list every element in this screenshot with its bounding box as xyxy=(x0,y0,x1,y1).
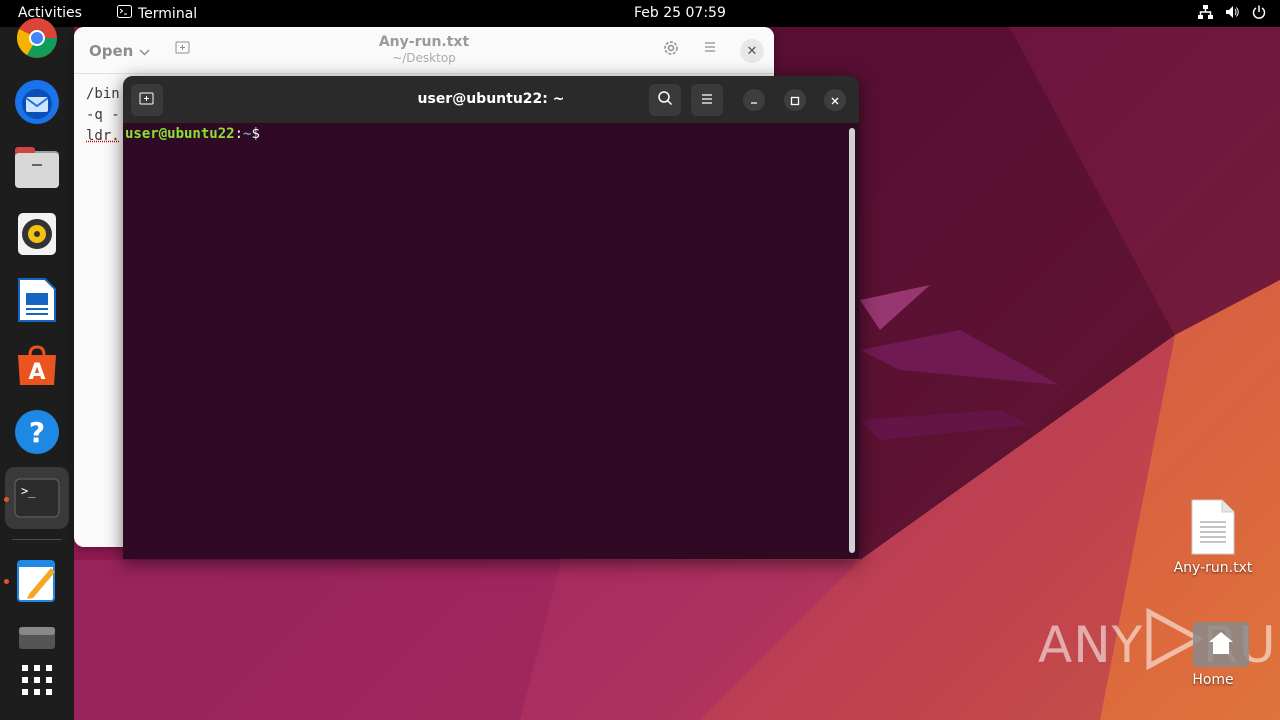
prompt-symbol: $ xyxy=(251,126,260,142)
editor-header: Open Any-run.txt ~/Desktop ✕ xyxy=(74,27,774,74)
prompt-separator: : xyxy=(234,126,244,142)
terminal-window[interactable]: user@ubuntu22: ~ user@ubuntu22:~$ xyxy=(123,76,859,559)
app-menu[interactable]: Terminal xyxy=(117,5,197,22)
svg-text:?: ? xyxy=(29,416,45,449)
svg-text:>_: >_ xyxy=(21,484,36,498)
writer-icon[interactable] xyxy=(12,275,62,325)
minimize-icon xyxy=(749,91,759,110)
terminal-small-icon xyxy=(117,5,132,22)
desktop-file-label: Any-run.txt xyxy=(1173,560,1253,576)
close-button[interactable] xyxy=(824,89,846,111)
top-bar: Activities Terminal Feb 25 07:59 xyxy=(0,0,1280,27)
text-editor-icon[interactable] xyxy=(12,555,62,605)
volume-icon xyxy=(1225,5,1240,19)
app-menu-label: Terminal xyxy=(138,5,198,22)
chrome-icon[interactable] xyxy=(12,13,62,63)
text-file-icon xyxy=(1168,498,1258,560)
system-tray[interactable] xyxy=(1198,5,1266,19)
terminal-header: user@ubuntu22: ~ xyxy=(123,76,859,123)
scrollbar[interactable] xyxy=(849,128,855,553)
menu-button[interactable] xyxy=(691,84,723,116)
close-icon[interactable]: ✕ xyxy=(740,39,764,63)
terminal-content[interactable]: user@ubuntu22:~$ xyxy=(123,123,859,145)
running-indicator xyxy=(4,579,9,584)
close-icon xyxy=(830,91,840,110)
minimize-button[interactable] xyxy=(743,89,765,111)
home-folder-icon xyxy=(1184,618,1258,672)
menu-icon[interactable] xyxy=(703,39,717,58)
thunderbird-icon[interactable] xyxy=(12,77,62,127)
power-icon xyxy=(1252,5,1266,19)
search-button[interactable] xyxy=(649,84,681,116)
prompt-user: user@ubuntu22 xyxy=(125,126,235,142)
network-icon xyxy=(1198,5,1213,19)
clock[interactable]: Feb 25 07:59 xyxy=(634,5,726,21)
gear-icon[interactable] xyxy=(662,39,680,61)
running-indicator xyxy=(4,497,9,502)
dock: A ? >_ xyxy=(0,18,74,720)
svg-text:A: A xyxy=(28,360,45,385)
hamburger-icon xyxy=(700,91,714,110)
help-icon[interactable]: ? xyxy=(12,407,62,457)
terminal-icon[interactable]: >_ xyxy=(5,467,69,529)
search-icon xyxy=(657,90,673,110)
watermark-left: ANY xyxy=(1038,616,1144,674)
desktop-home-label: Home xyxy=(1192,672,1234,688)
maximize-button[interactable] xyxy=(784,89,806,111)
show-apps-icon[interactable] xyxy=(12,655,62,705)
app-center-icon[interactable]: A xyxy=(12,341,62,391)
maximize-icon xyxy=(790,91,800,110)
rhythmbox-icon[interactable] xyxy=(12,209,62,259)
desktop-home[interactable]: Home xyxy=(1168,618,1258,688)
files-icon[interactable] xyxy=(12,143,62,193)
dock-separator xyxy=(12,539,62,540)
desktop-file-any-run[interactable]: Any-run.txt xyxy=(1168,498,1258,576)
